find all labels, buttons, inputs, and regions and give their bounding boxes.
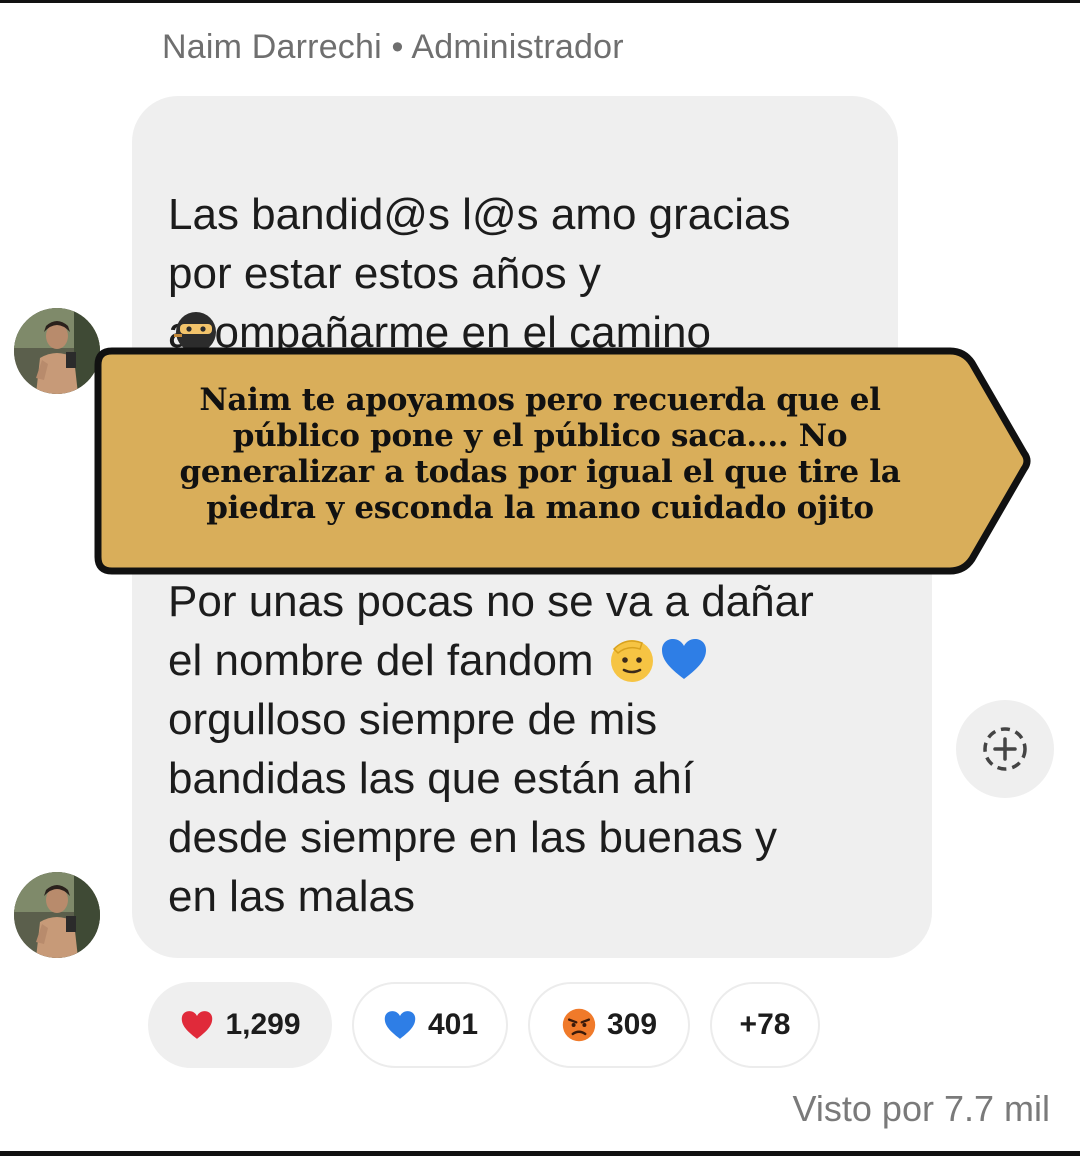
saluting-face-icon — [610, 640, 653, 682]
add-reaction-icon — [983, 727, 1027, 771]
angry-face-icon — [562, 1008, 596, 1042]
blue-heart-icon — [661, 639, 706, 679]
sender-name: Naim Darrechi • Administrador — [162, 28, 624, 66]
red-heart-icon — [182, 1011, 213, 1039]
reaction-chip-blue-heart[interactable]: 401 — [352, 982, 508, 1068]
message-2-line: desde siempre en las buenas y — [168, 813, 778, 862]
add-reaction-button[interactable] — [956, 700, 1054, 798]
message-2-line: el nombre del fandom — [168, 636, 594, 685]
overlay-banner-text: Naim te apoyamos pero recuerda que el pú… — [179, 382, 901, 526]
reaction-chip-red-heart[interactable]: 1,299 — [148, 982, 332, 1068]
seen-by-count[interactable]: Visto por 7.7 mil — [793, 1088, 1050, 1130]
avatar-photo-icon — [14, 308, 100, 394]
reaction-count: 401 — [427, 1008, 479, 1041]
bottom-border — [0, 1151, 1080, 1156]
ninja-icon — [174, 312, 216, 348]
message-2-line: bandidas las que están ahí — [168, 754, 694, 803]
message-1-text: Las bandid@s l@s amo gracias por estar e… — [168, 190, 791, 357]
reaction-chip-angry[interactable]: 309 — [528, 982, 690, 1068]
sender-avatar[interactable] — [14, 308, 100, 394]
reaction-count: 309 — [606, 1008, 658, 1041]
avatar-photo-icon — [14, 872, 100, 958]
sender-avatar[interactable] — [14, 872, 100, 958]
message-2-line: orgulloso siempre de mis — [168, 695, 658, 744]
reaction-count: 1,299 — [225, 1008, 301, 1041]
message-text-2: Por unas pocas no se va a dañar el nombr… — [168, 572, 908, 926]
reaction-chip-more[interactable]: +78 — [710, 982, 820, 1068]
reaction-count: +78 — [739, 1008, 791, 1041]
top-border — [0, 0, 1080, 3]
message-2-line: en las malas — [168, 872, 416, 921]
blue-heart-icon — [384, 1011, 416, 1039]
message-2-line: Por unas pocas no se va a dañar — [168, 577, 814, 626]
